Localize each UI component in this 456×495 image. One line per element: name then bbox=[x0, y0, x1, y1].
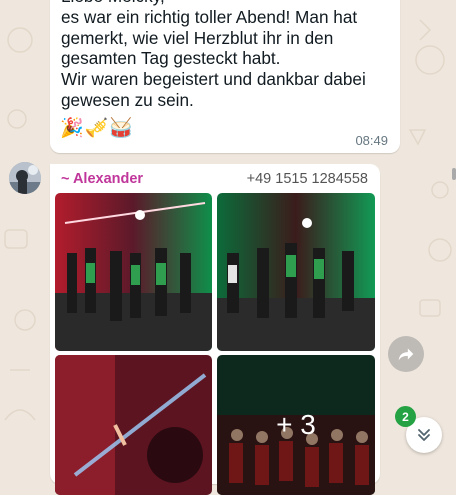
forward-button[interactable] bbox=[388, 336, 424, 372]
photo-thumbnail-more[interactable]: + 3 bbox=[217, 355, 375, 495]
message-emojis: 🎉🎺🥁 bbox=[60, 118, 134, 139]
sender-name[interactable]: ~ Alexander bbox=[61, 171, 143, 187]
photo-thumbnail[interactable] bbox=[55, 193, 212, 351]
message-bubble[interactable]: Liebe Meicky, es war ein richtig toller … bbox=[50, 0, 400, 153]
message-text: Liebe Meicky, es war ein richtig toller … bbox=[61, 0, 366, 110]
scrollbar[interactable] bbox=[452, 168, 456, 180]
photo-message-bubble[interactable]: ~ Alexander +49 1515 1284558 + 3 bbox=[50, 164, 380, 495]
photo-thumbnail[interactable] bbox=[217, 193, 375, 351]
sender-phone: +49 1515 1284558 bbox=[246, 171, 368, 187]
avatar[interactable] bbox=[9, 162, 41, 194]
message-time: 08:49 bbox=[355, 133, 388, 148]
photo-thumbnail[interactable] bbox=[55, 355, 212, 495]
more-photos-count: + 3 bbox=[217, 355, 375, 495]
double-chevron-down-icon bbox=[418, 429, 430, 441]
unread-count-badge: 2 bbox=[395, 406, 416, 427]
forward-icon bbox=[398, 348, 414, 361]
